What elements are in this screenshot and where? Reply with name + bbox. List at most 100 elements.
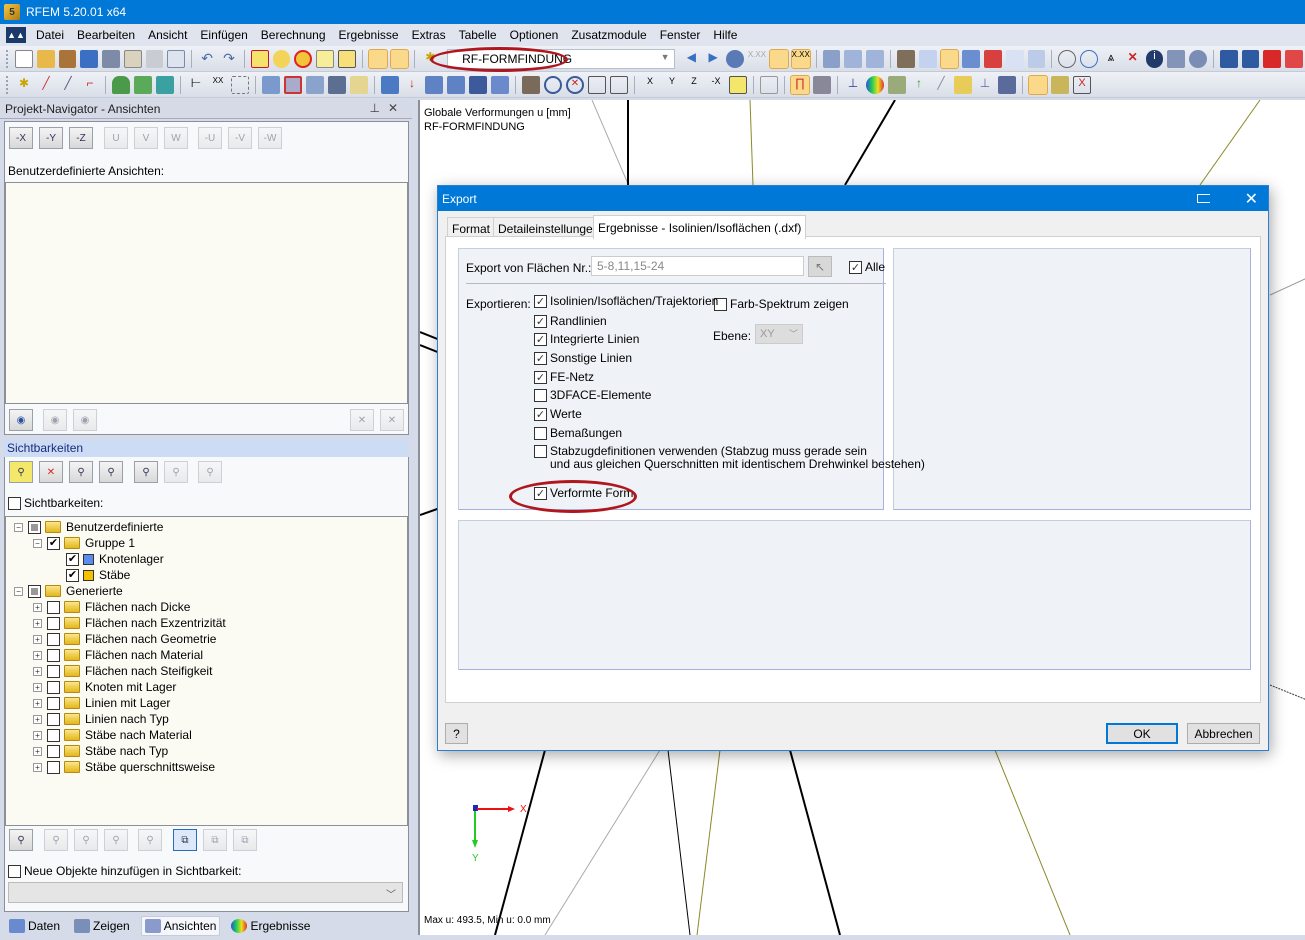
view-properties-button[interactable]: ◉ <box>43 409 67 431</box>
zoom-x-icon[interactable]: ✕ <box>566 75 584 94</box>
load-icon[interactable] <box>1263 49 1282 68</box>
menu-ansicht[interactable]: Ansicht <box>148 28 187 42</box>
target-icon[interactable] <box>294 49 313 68</box>
export-option-checkbox-box[interactable]: ✓ <box>534 352 547 365</box>
tab-zeigen[interactable]: Zeigen <box>71 917 133 935</box>
copy-icon[interactable] <box>350 75 368 94</box>
member-icon[interactable]: ╱ <box>59 76 77 94</box>
export-option-checkbox-box[interactable]: ✓ <box>534 371 547 384</box>
tree-checkbox[interactable] <box>47 680 60 694</box>
ok-button[interactable]: OK <box>1106 723 1178 744</box>
tree-item[interactable]: + Flächen nach Geometrie <box>33 631 216 647</box>
tab-ergebnisse[interactable]: Ergebnisse <box>228 917 313 935</box>
expand-icon[interactable]: + <box>33 618 42 628</box>
gears-icon[interactable] <box>1189 49 1207 68</box>
panel-icon[interactable] <box>954 75 972 94</box>
pin-icon[interactable]: ⊥ <box>369 101 387 115</box>
load-surface-icon[interactable] <box>469 75 487 94</box>
tools-icon[interactable] <box>1051 75 1069 94</box>
tree-item[interactable]: ✔ Stäbe <box>52 567 130 583</box>
tab-ansichten[interactable]: Ansichten <box>140 916 221 936</box>
section-result-icon[interactable]: ╱ <box>932 76 950 94</box>
visibility-edit-button[interactable]: ⚲ <box>164 461 188 483</box>
visibility-add-button[interactable]: ⚲ <box>9 829 33 851</box>
expand-icon[interactable]: + <box>33 650 42 660</box>
save-icon[interactable] <box>102 49 120 68</box>
support-node-icon[interactable] <box>112 75 130 94</box>
frame-icon[interactable] <box>231 75 249 94</box>
line-icon[interactable]: ╱ <box>37 76 55 94</box>
export-option-checkbox[interactable]: ✓ Sonstige Linien <box>534 352 632 365</box>
close-icon[interactable]: ✕ <box>388 101 406 115</box>
delete-node-icon[interactable]: ✕ <box>1124 50 1142 68</box>
collapse-icon[interactable]: − <box>14 522 23 532</box>
export-option-checkbox[interactable]: ✓ Randlinien <box>534 315 607 328</box>
open-file-icon[interactable] <box>36 49 55 68</box>
undo-icon[interactable]: ↶ <box>198 50 216 68</box>
tree-item[interactable]: + Flächen nach Steifigkeit <box>33 663 212 679</box>
tree-checkbox[interactable] <box>28 584 41 598</box>
info-icon[interactable]: i <box>1145 49 1164 68</box>
tree-checkbox[interactable] <box>47 648 60 662</box>
tree-item[interactable]: − Benutzerdefinierte <box>14 519 163 535</box>
show-results-icon[interactable] <box>726 49 744 68</box>
menu-zusatzmodule[interactable]: Zusatzmodule <box>571 28 646 42</box>
tree-checkbox[interactable] <box>47 712 60 726</box>
values-on-icon[interactable]: X.XX <box>790 48 811 69</box>
tree-item[interactable]: + Stäbe nach Material <box>33 727 192 743</box>
support-nodes-icon[interactable] <box>134 75 152 94</box>
tree-checkbox[interactable] <box>28 520 41 534</box>
polyline-icon[interactable]: ⌐ <box>81 76 99 94</box>
select-node-icon[interactable] <box>272 49 291 68</box>
view-neg-x-icon[interactable]: -X <box>707 76 725 94</box>
table-icon[interactable] <box>998 75 1016 94</box>
tree-item[interactable]: − ✔ Gruppe 1 <box>33 535 135 551</box>
visibility-union-button[interactable]: ⧉ <box>173 829 197 851</box>
view-y-icon[interactable] <box>984 49 1002 68</box>
tree-checkbox[interactable] <box>47 664 60 678</box>
tree-item[interactable]: + Stäbe querschnittsweise <box>33 759 215 775</box>
new-view-button[interactable]: ◉ <box>9 409 33 431</box>
tree-item[interactable]: − Generierte <box>14 583 123 599</box>
cancel-button[interactable]: Abbrechen <box>1187 723 1260 744</box>
surface-icon[interactable] <box>250 49 269 68</box>
expand-icon[interactable]: + <box>33 698 42 708</box>
help-button[interactable]: ? <box>445 723 468 744</box>
settings-icon[interactable] <box>1167 49 1186 68</box>
load-member-icon[interactable] <box>425 75 443 94</box>
view-refresh-button[interactable]: ◉ <box>73 409 97 431</box>
view-w-button[interactable]: W <box>164 127 188 149</box>
export-option-checkbox-box[interactable] <box>534 445 547 458</box>
opening-icon[interactable] <box>284 75 302 94</box>
visibility-difference-button[interactable]: ⧉ <box>233 829 257 851</box>
tree-item[interactable]: + Flächen nach Exzentrizität <box>33 615 226 631</box>
view-neg-u-button[interactable]: -U <box>198 127 222 149</box>
export-option-checkbox-box[interactable]: ✓ <box>534 315 547 328</box>
tree-item[interactable]: + Knoten mit Lager <box>33 679 176 695</box>
view-neg-w-button[interactable]: -W <box>258 127 282 149</box>
view-neg-y-button[interactable]: -Y <box>39 127 63 149</box>
view-z-axis-icon[interactable]: Z <box>685 76 703 94</box>
bar-chart-icon[interactable] <box>844 49 863 68</box>
export-option-checkbox-box[interactable]: ✓ <box>534 333 547 346</box>
node-icon[interactable]: ✱ <box>15 76 33 94</box>
box-icon[interactable] <box>328 75 346 94</box>
iso-view-icon[interactable] <box>588 75 606 94</box>
toolbar-grip[interactable] <box>6 49 9 68</box>
load-solid-icon[interactable] <box>491 75 509 94</box>
add-select-icon[interactable] <box>316 49 335 68</box>
view-y-axis-icon[interactable]: Y <box>663 76 681 94</box>
expand-icon[interactable]: + <box>33 602 42 612</box>
new-objects-checkbox[interactable]: Neue Objekte hinzufügen in Sichtbarkeit: <box>8 864 241 878</box>
surface-support-icon[interactable] <box>156 75 174 94</box>
visibility-refresh-button[interactable]: ⚲ <box>134 461 158 483</box>
redo-icon[interactable]: ↷ <box>220 50 238 68</box>
tree-item[interactable]: + Linien nach Typ <box>33 711 169 727</box>
visibility-clear-button[interactable]: ⚲ <box>104 829 128 851</box>
archive-icon[interactable] <box>58 49 77 68</box>
view-toggle-icon[interactable] <box>939 48 960 69</box>
visibility-remove-button[interactable]: ⚲ <box>198 461 222 483</box>
collapse-icon[interactable]: − <box>14 586 23 596</box>
bar-chart2-icon[interactable] <box>866 49 884 68</box>
custom-views-list[interactable] <box>5 182 408 404</box>
